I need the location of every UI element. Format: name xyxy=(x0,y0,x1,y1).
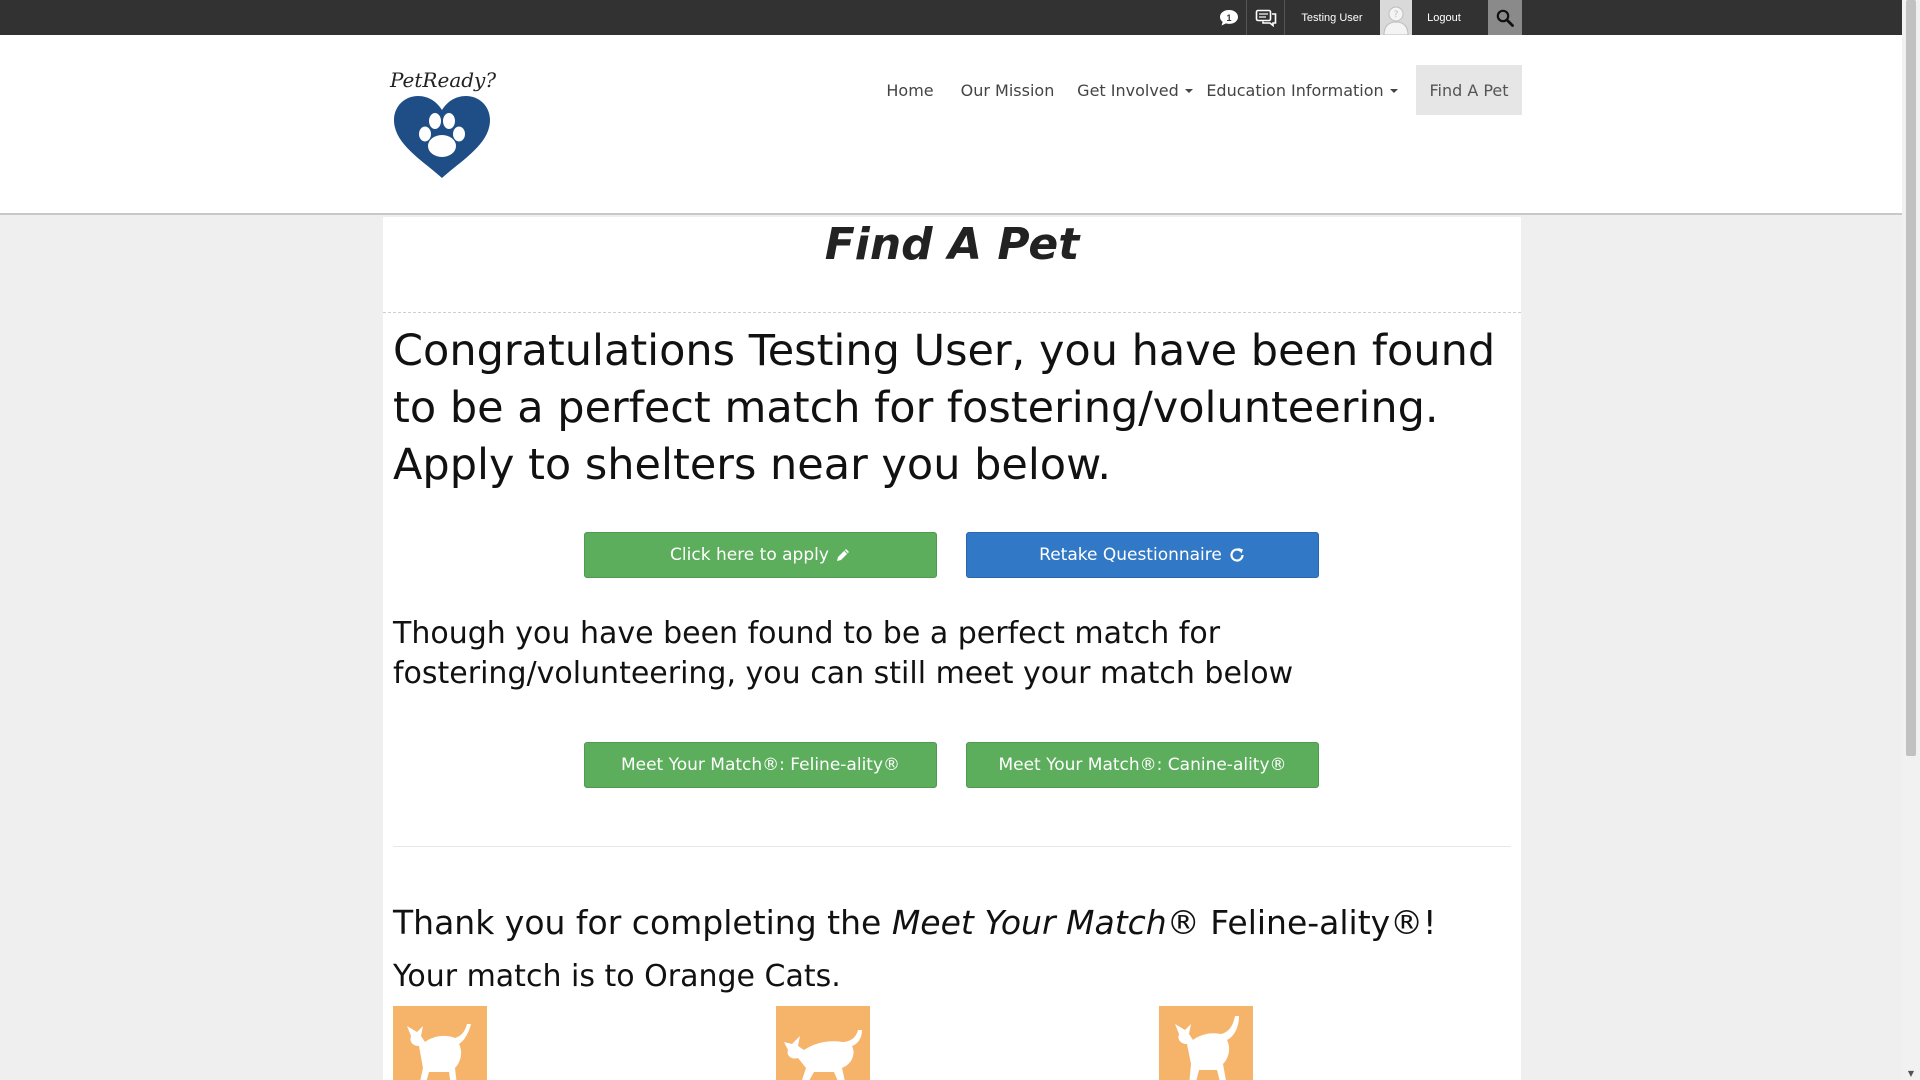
apply-button-label: Click here to apply xyxy=(670,545,829,565)
nav-education-information[interactable]: Education Information xyxy=(1204,65,1400,115)
user-name-link[interactable]: Testing User xyxy=(1284,0,1380,35)
chat-bubbles-icon xyxy=(1255,9,1277,27)
logo-text: PetReady? xyxy=(390,68,497,92)
cat-silhouette-icon xyxy=(1175,1016,1239,1080)
feline-ality-button[interactable]: Meet Your Match®: Feline-ality® xyxy=(584,742,937,788)
page-scrollbar[interactable]: ▼ xyxy=(1902,0,1920,1080)
paw-heart-icon xyxy=(394,96,490,178)
pencil-icon xyxy=(836,549,849,561)
canine-ality-button[interactable]: Meet Your Match®: Canine-ality® xyxy=(966,742,1319,788)
main-content: Find A Pet Congratulations Testing User,… xyxy=(383,217,1521,1080)
svg-text:1: 1 xyxy=(1226,13,1231,23)
user-silhouette-icon: ? xyxy=(1383,6,1409,35)
thanks-heading: Thank you for completing the Meet Your M… xyxy=(393,903,1518,942)
thanks-prefix: Thank you for completing the xyxy=(393,903,892,942)
caret-down-icon xyxy=(1184,89,1193,93)
refresh-icon xyxy=(1230,548,1244,562)
canine-ality-button-label: Meet Your Match®: Canine-ality® xyxy=(998,755,1287,775)
caret-down-icon xyxy=(1389,89,1398,93)
meet-match-message: Though you have been found to be a perfe… xyxy=(393,616,1294,691)
nav-our-mission[interactable]: Our Mission xyxy=(950,65,1065,115)
notifications-button[interactable]: 1 xyxy=(1214,0,1244,35)
nav-home-label: Home xyxy=(886,80,934,100)
page-title: Find A Pet xyxy=(383,217,1521,313)
nav-our-mission-label: Our Mission xyxy=(960,80,1055,100)
thanks-suffix: Feline-ality®! xyxy=(1199,903,1437,942)
notification-bubble-icon: 1 xyxy=(1220,9,1238,25)
thanks-program-name: Meet Your Match® xyxy=(891,903,1200,942)
nav-get-involved[interactable]: Get Involved xyxy=(1074,65,1196,115)
orange-cat-tile xyxy=(1159,1006,1253,1080)
search-button[interactable] xyxy=(1488,0,1522,35)
orange-cat-tile xyxy=(393,1006,487,1080)
orange-cat-tile xyxy=(776,1006,870,1080)
retake-button-label: Retake Questionnaire xyxy=(1039,545,1222,565)
cat-silhouette-icon xyxy=(407,1024,471,1080)
congratulations-message: Congratulations Testing User, you have b… xyxy=(393,326,1496,490)
nav-education-information-label: Education Information xyxy=(1206,80,1384,100)
retake-questionnaire-button[interactable]: Retake Questionnaire xyxy=(966,532,1319,578)
site-logo[interactable]: PetReady? xyxy=(390,68,500,183)
nav-find-a-pet-label: Find A Pet xyxy=(1429,80,1509,100)
scroll-down-arrow-icon[interactable]: ▼ xyxy=(1906,1068,1916,1078)
nav-home[interactable]: Home xyxy=(876,65,944,115)
nav-get-involved-label: Get Involved xyxy=(1077,80,1179,100)
admin-bar: 1 Testing User ? Logout xyxy=(0,0,1902,35)
scrollbar-thumb[interactable] xyxy=(1906,0,1916,756)
feline-ality-button-label: Meet Your Match®: Feline-ality® xyxy=(620,755,901,775)
logout-link[interactable]: Logout xyxy=(1412,0,1476,35)
match-result: Your match is to Orange Cats. xyxy=(393,959,841,994)
site-header: PetReady? Home Our Mission Get Involved … xyxy=(0,35,1902,215)
avatar[interactable]: ? xyxy=(1380,0,1412,35)
topbar-divider xyxy=(1246,0,1247,35)
section-divider xyxy=(393,846,1511,847)
nav-find-a-pet[interactable]: Find A Pet xyxy=(1416,65,1522,115)
apply-button[interactable]: Click here to apply xyxy=(584,532,937,578)
svg-text:?: ? xyxy=(1394,10,1399,20)
magnifier-icon xyxy=(1496,9,1514,27)
cat-silhouette-icon xyxy=(784,1030,862,1080)
messages-button[interactable] xyxy=(1250,0,1282,35)
